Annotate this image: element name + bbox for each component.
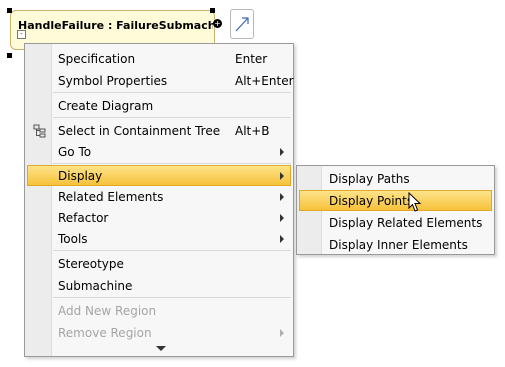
menu-item-display[interactable]: Display xyxy=(27,165,291,186)
menu-item-add-new-region: Add New Region xyxy=(27,300,291,321)
menu-item-label: Select in Containment Tree xyxy=(58,124,221,138)
menu-item-refactor[interactable]: Refactor xyxy=(27,207,291,228)
menu-item-stereotype[interactable]: Stereotype xyxy=(27,253,291,274)
menu-item-label: Display Points xyxy=(329,194,414,208)
context-menu: Specification Enter Symbol Properties Al… xyxy=(24,43,294,357)
menu-item-label: Display xyxy=(58,169,103,183)
selection-handle[interactable] xyxy=(210,8,215,13)
submenu-arrow-icon xyxy=(280,235,284,243)
menu-item-go-to[interactable]: Go To xyxy=(27,141,291,162)
menu-item-label: Symbol Properties xyxy=(58,74,168,88)
menu-item-submachine[interactable]: Submachine xyxy=(27,275,291,296)
submenu-arrow-icon xyxy=(280,329,284,337)
menu-item-label: Related Elements xyxy=(58,190,164,204)
smart-manipulator-arrow-button[interactable] xyxy=(230,9,254,39)
menu-item-specification[interactable]: Specification Enter xyxy=(27,48,291,69)
collapse-icon[interactable]: - xyxy=(17,30,26,39)
submenu-item-display-related-elements[interactable]: Display Related Elements xyxy=(299,212,492,233)
menu-item-create-diagram[interactable]: Create Diagram xyxy=(27,95,291,116)
submenu-item-display-paths[interactable]: Display Paths xyxy=(299,168,492,189)
submenu-item-display-points[interactable]: Display Points xyxy=(299,190,492,211)
menu-item-label: Remove Region xyxy=(58,326,152,340)
menu-separator xyxy=(53,250,291,251)
menu-separator xyxy=(53,92,291,93)
menu-item-label: Display Paths xyxy=(329,172,410,186)
menu-item-label: Submachine xyxy=(58,279,133,293)
menu-item-shortcut: Enter xyxy=(235,52,268,66)
submenu-arrow-icon xyxy=(280,172,284,180)
menu-item-shortcut: Alt+B xyxy=(235,124,270,138)
menu-item-label: Refactor xyxy=(58,211,109,225)
display-submenu: Display Paths Display Points Display Rel… xyxy=(296,165,495,255)
menu-separator xyxy=(53,297,291,298)
menu-item-label: Tools xyxy=(58,232,88,246)
menu-item-symbol-properties[interactable]: Symbol Properties Alt+Enter xyxy=(27,70,294,91)
submenu-arrow-icon xyxy=(280,193,284,201)
menu-item-label: Add New Region xyxy=(58,304,157,318)
selection-handle[interactable] xyxy=(7,53,12,58)
mouse-pointer-icon xyxy=(408,192,422,212)
add-element-icon[interactable]: + xyxy=(213,19,222,28)
menu-item-select-in-containment-tree[interactable]: Select in Containment Tree Alt+B xyxy=(27,120,291,141)
menu-item-label: Specification xyxy=(58,52,136,66)
submenu-arrow-icon xyxy=(280,214,284,222)
menu-item-remove-region: Remove Region xyxy=(27,322,291,343)
menu-item-label: Create Diagram xyxy=(58,99,154,113)
menu-item-label: Display Inner Elements xyxy=(329,238,468,252)
scroll-down-arrow-icon[interactable] xyxy=(156,346,166,351)
menu-item-shortcut: Alt+Enter xyxy=(235,74,294,88)
menu-separator xyxy=(53,163,291,164)
menu-item-label: Go To xyxy=(58,145,92,159)
state-title: HandleFailure : FailureSubmachine xyxy=(18,19,213,32)
submenu-item-display-inner-elements[interactable]: Display Inner Elements xyxy=(299,234,492,255)
diagonal-arrow-icon xyxy=(235,17,249,32)
submenu-arrow-icon xyxy=(280,148,284,156)
menu-item-tools[interactable]: Tools xyxy=(27,228,291,249)
menu-item-label: Stereotype xyxy=(58,257,124,271)
selection-handle[interactable] xyxy=(7,8,12,13)
menu-item-label: Display Related Elements xyxy=(329,216,483,230)
menu-item-related-elements[interactable]: Related Elements xyxy=(27,186,291,207)
containment-tree-icon xyxy=(33,124,46,138)
menu-separator xyxy=(53,117,291,118)
